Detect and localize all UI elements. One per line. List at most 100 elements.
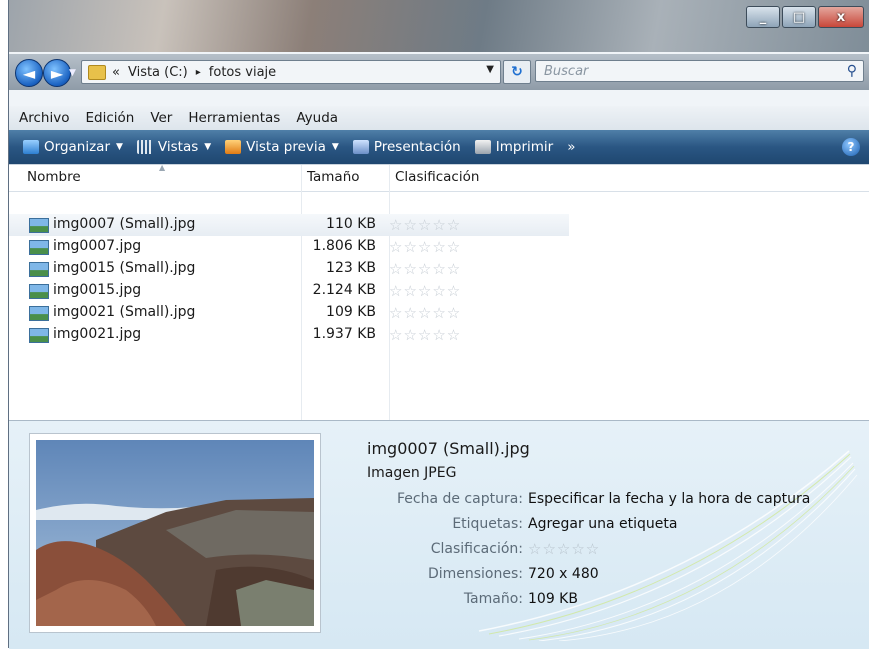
rating-stars[interactable]: ☆☆☆☆☆	[389, 304, 461, 322]
rating-stars[interactable]: ☆☆☆☆☆	[389, 326, 461, 344]
file-row[interactable]: img0007 (Small).jpg 110 KB ☆☆☆☆☆	[9, 214, 569, 236]
landscape-photo	[36, 440, 314, 626]
more-commands-button[interactable]: »	[567, 139, 575, 155]
maximize-button[interactable]: □	[782, 6, 816, 28]
close-button[interactable]: x	[818, 6, 864, 28]
menu-ver[interactable]: Ver	[150, 110, 172, 126]
chevron-down-icon: ▼	[204, 142, 212, 152]
menu-ayuda[interactable]: Ayuda	[296, 110, 338, 126]
views-label: Vistas	[157, 139, 199, 155]
search-placeholder: Buscar	[544, 63, 589, 79]
prop-value-size: 109 KB	[528, 591, 578, 607]
prop-value-rating-stars[interactable]: ☆☆☆☆☆	[528, 540, 600, 558]
rating-stars[interactable]: ☆☆☆☆☆	[389, 260, 461, 278]
forward-button[interactable]: ►	[43, 59, 71, 87]
prop-value-tags[interactable]: Agregar una etiqueta	[528, 516, 677, 532]
file-size-cell: 1.937 KB	[299, 324, 376, 346]
file-size: 110 KB	[326, 216, 376, 232]
file-row[interactable]: img0007.jpg 1.806 KB ☆☆☆☆☆	[9, 236, 569, 258]
details-filetype: Imagen JPEG	[367, 465, 457, 481]
image-file-icon	[29, 218, 49, 233]
minimize-button[interactable]: _	[746, 6, 780, 28]
background-swoosh	[478, 450, 858, 641]
title-bar: _ □ x	[9, 0, 869, 52]
rating-stars[interactable]: ☆☆☆☆☆	[389, 282, 461, 300]
printer-icon	[474, 140, 491, 154]
image-file-icon	[29, 328, 49, 343]
menu-bar: Archivo Edición Ver Herramientas Ayuda	[9, 106, 869, 130]
file-size-cell: 1.806 KB	[299, 236, 376, 258]
help-icon[interactable]: ?	[842, 138, 860, 156]
file-name: img0021 (Small).jpg	[53, 304, 196, 320]
navigation-bar: ◄ ► ▼ « Vista (C:) ▸ fotos viaje ▼ ↻ Bus…	[9, 54, 869, 90]
explorer-window: _ □ x ◄ ► ▼ « Vista (C:) ▸ fotos viaje ▼…	[8, 0, 869, 649]
menu-herramientas[interactable]: Herramientas	[188, 110, 280, 126]
file-size-cell: 110 KB	[299, 214, 376, 236]
chevron-down-icon: ▼	[331, 142, 339, 152]
file-size: 123 KB	[326, 260, 376, 276]
slideshow-button[interactable]: Presentación	[352, 139, 461, 155]
views-icon	[136, 140, 153, 154]
more-commands-label: »	[567, 139, 576, 155]
file-name: img0007.jpg	[53, 238, 142, 254]
file-size: 1.937 KB	[312, 326, 376, 342]
file-name: img0015.jpg	[53, 282, 142, 298]
file-row[interactable]: img0015.jpg 2.124 KB ☆☆☆☆☆	[9, 280, 569, 302]
file-size-cell: 2.124 KB	[299, 280, 376, 302]
prop-label-rating: Clasificación:	[430, 541, 523, 557]
image-thumbnail[interactable]	[29, 433, 321, 633]
image-file-icon	[29, 240, 49, 255]
file-row[interactable]: img0015 (Small).jpg 123 KB ☆☆☆☆☆	[9, 258, 569, 280]
menu-edicion[interactable]: Edición	[85, 110, 134, 126]
print-button[interactable]: Imprimir	[474, 139, 554, 155]
address-segment-folder[interactable]: fotos viaje	[209, 65, 276, 80]
chevron-down-icon: ▼	[116, 142, 123, 152]
slideshow-icon	[352, 140, 369, 154]
recent-pages-dropdown-icon[interactable]: ▼	[69, 68, 76, 78]
preview-icon	[225, 140, 242, 154]
file-list: Nombre ▲ Tamaño Clasificación img0007 (S…	[9, 163, 869, 421]
window-controls: _ □ x	[744, 6, 864, 28]
column-header-rating[interactable]: Clasificación	[395, 169, 479, 185]
column-headers: Nombre ▲ Tamaño Clasificación	[9, 163, 869, 192]
file-size-cell: 123 KB	[299, 258, 376, 280]
prop-label-capture-date: Fecha de captura:	[396, 491, 523, 507]
file-row[interactable]: img0021 (Small).jpg 109 KB ☆☆☆☆☆	[9, 302, 569, 324]
address-dropdown-icon[interactable]: ▼	[486, 64, 494, 75]
search-icon[interactable]: ⚲	[847, 63, 857, 79]
back-button[interactable]: ◄	[15, 59, 43, 87]
image-file-icon	[29, 284, 49, 299]
file-name: img0007 (Small).jpg	[53, 216, 196, 232]
column-header-name[interactable]: Nombre	[27, 169, 81, 185]
details-pane: img0007 (Small).jpg Imagen JPEG Fecha de…	[9, 420, 869, 649]
command-bar: Organizar ▼ Vistas ▼ Vista previa ▼ Pres…	[9, 130, 869, 164]
slideshow-label: Presentación	[373, 139, 461, 155]
address-segment-drive[interactable]: Vista (C:)	[128, 65, 188, 80]
image-file-icon	[29, 262, 49, 277]
menu-archivo[interactable]: Archivo	[19, 110, 69, 126]
address-bar[interactable]: « Vista (C:) ▸ fotos viaje ▼	[81, 60, 501, 84]
file-size-cell: 109 KB	[299, 302, 376, 324]
address-overflow[interactable]: «	[112, 65, 120, 80]
refresh-button[interactable]: ↻	[503, 60, 531, 84]
rating-stars[interactable]: ☆☆☆☆☆	[389, 216, 461, 234]
address-separator-icon[interactable]: ▸	[196, 67, 201, 78]
search-input[interactable]: Buscar ⚲	[535, 60, 864, 82]
folder-icon	[88, 64, 106, 80]
prop-label-tags: Etiquetas:	[452, 516, 523, 532]
views-button[interactable]: Vistas ▼	[136, 139, 212, 155]
preview-button[interactable]: Vista previa ▼	[225, 139, 339, 155]
organize-label: Organizar	[44, 139, 110, 155]
file-row[interactable]: img0021.jpg 1.937 KB ☆☆☆☆☆	[9, 324, 569, 346]
organize-icon	[23, 140, 39, 154]
print-label: Imprimir	[495, 139, 554, 155]
rating-stars[interactable]: ☆☆☆☆☆	[389, 238, 461, 256]
file-size: 1.806 KB	[312, 238, 376, 254]
preview-label: Vista previa	[246, 139, 326, 155]
column-header-size[interactable]: Tamaño	[307, 169, 360, 185]
sort-indicator-icon: ▲	[159, 163, 166, 172]
file-size: 2.124 KB	[312, 282, 376, 298]
organize-button[interactable]: Organizar ▼	[23, 139, 123, 155]
image-file-icon	[29, 306, 49, 321]
prop-value-capture-date[interactable]: Especificar la fecha y la hora de captur…	[528, 491, 810, 507]
